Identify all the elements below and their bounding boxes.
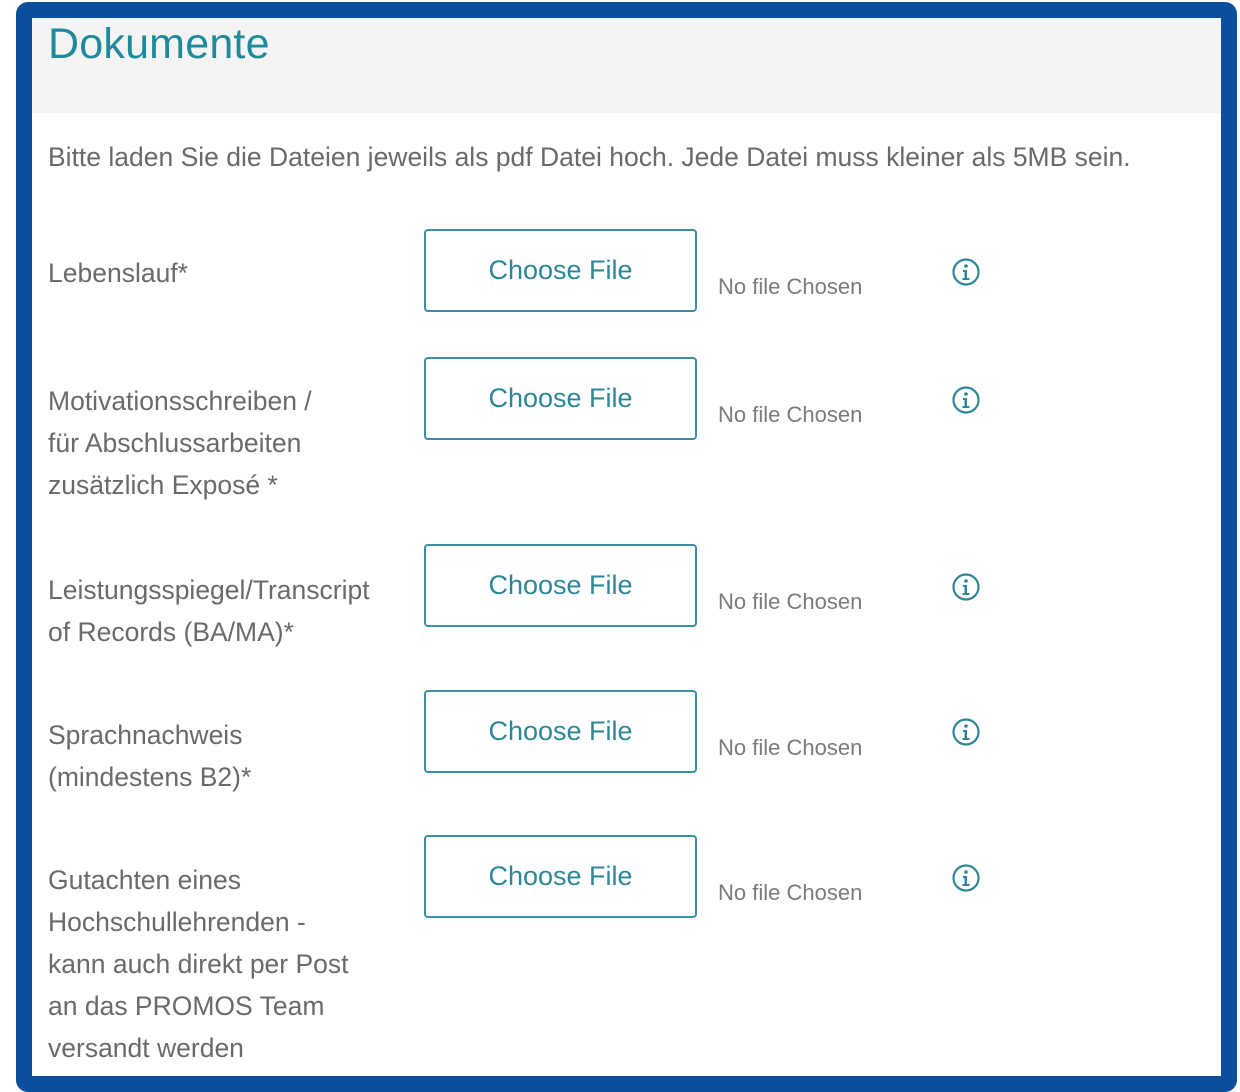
label-line: Lebenslauf* (48, 258, 188, 288)
label-line: zusätzlich Exposé * (48, 470, 278, 500)
label-line: Motivationsschreiben / (48, 386, 312, 416)
info-circle-icon[interactable] (951, 572, 981, 602)
info-circle-icon[interactable] (951, 257, 981, 287)
file-status-motivationsschreiben: No file Chosen (718, 402, 863, 427)
upload-label-motivationsschreiben: Motivationsschreiben / für Abschlussarbe… (48, 380, 418, 506)
info-circle-icon[interactable] (951, 863, 981, 893)
choose-file-button-leistungsspiegel[interactable]: Choose File (424, 544, 697, 627)
choose-file-button-gutachten[interactable]: Choose File (424, 835, 697, 918)
label-line: versandt werden (48, 1033, 244, 1063)
label-line: Gutachten eines (48, 865, 241, 895)
label-line: (mindestens B2)* (48, 762, 252, 792)
file-status-sprachnachweis: No file Chosen (718, 735, 863, 760)
upload-label-lebenslauf: Lebenslauf* (48, 252, 418, 294)
upload-label-gutachten: Gutachten eines Hochschullehrenden - kan… (48, 859, 418, 1069)
upload-instructions: Bitte laden Sie die Dateien jeweils als … (48, 142, 1131, 172)
label-line: Hochschullehrenden - (48, 907, 306, 937)
choose-file-button-sprachnachweis[interactable]: Choose File (424, 690, 697, 773)
section-title: Dokumente (48, 20, 270, 68)
upload-label-leistungsspiegel: Leistungsspiegel/Transcript of Records (… (48, 569, 418, 653)
file-status-lebenslauf: No file Chosen (718, 274, 863, 299)
label-line: of Records (BA/MA)* (48, 617, 294, 647)
file-status-leistungsspiegel: No file Chosen (718, 589, 863, 614)
choose-file-button-motivationsschreiben[interactable]: Choose File (424, 357, 697, 440)
label-line: Sprachnachweis (48, 720, 243, 750)
upload-label-sprachnachweis: Sprachnachweis (mindestens B2)* (48, 714, 418, 798)
label-line: kann auch direkt per Post (48, 949, 349, 979)
label-line: für Abschlussarbeiten (48, 428, 302, 458)
choose-file-button-lebenslauf[interactable]: Choose File (424, 229, 697, 312)
label-line: Leistungsspiegel/Transcript (48, 575, 370, 605)
documents-panel: Dokumente Bitte laden Sie die Dateien je… (16, 2, 1237, 1092)
section-header: Dokumente (32, 18, 1221, 113)
file-status-gutachten: No file Chosen (718, 880, 863, 905)
info-circle-icon[interactable] (951, 385, 981, 415)
info-circle-icon[interactable] (951, 717, 981, 747)
label-line: an das PROMOS Team (48, 991, 325, 1021)
